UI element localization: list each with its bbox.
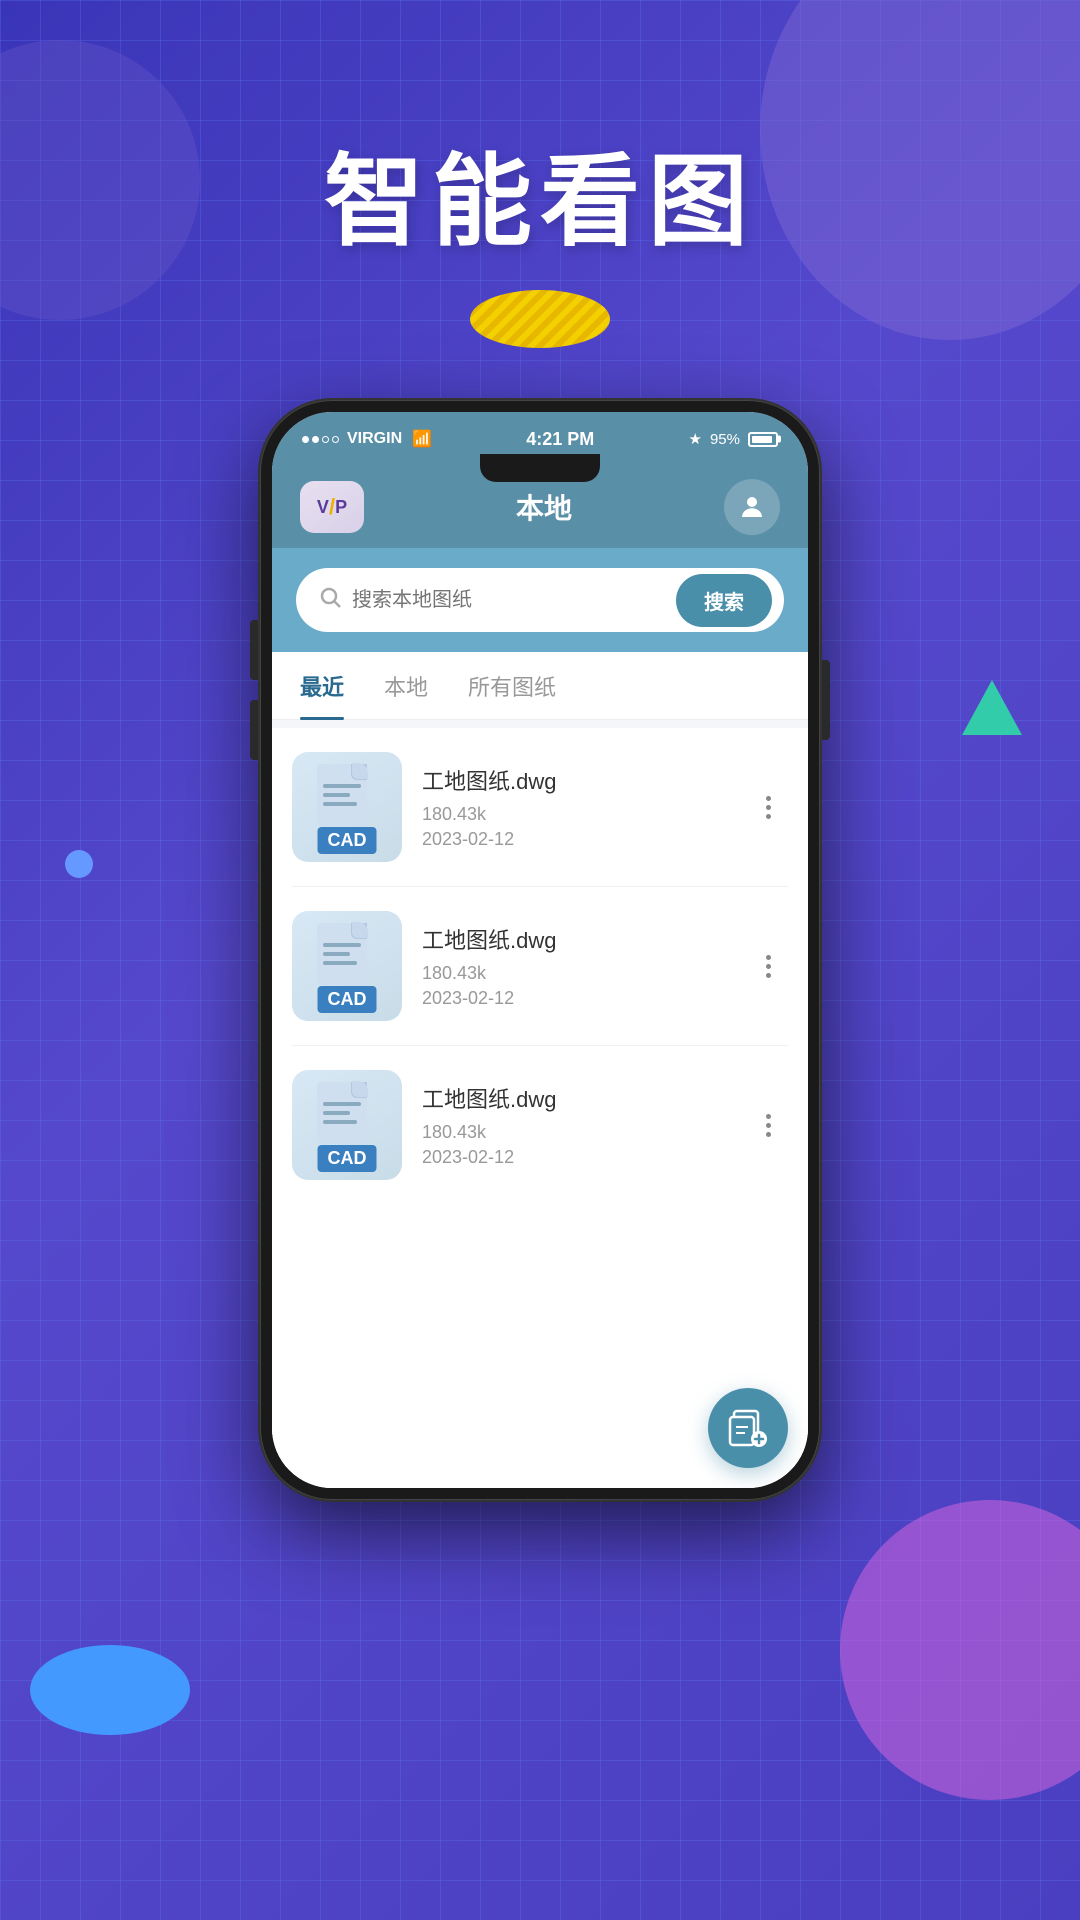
tab-recent[interactable]: 最近 bbox=[300, 652, 344, 720]
fab-area bbox=[272, 1368, 808, 1488]
battery-indicator bbox=[748, 432, 778, 447]
header-title: 本地 bbox=[516, 487, 572, 527]
file-date: 2023-02-12 bbox=[422, 829, 728, 850]
status-left: VIRGIN 📶 bbox=[302, 429, 432, 449]
cad-badge: CAD bbox=[318, 827, 377, 854]
doc-line bbox=[323, 793, 350, 797]
file-thumbnail: CAD bbox=[292, 911, 402, 1021]
file-name: 工地图纸.dwg bbox=[422, 1082, 728, 1114]
file-date: 2023-02-12 bbox=[422, 988, 728, 1009]
file-thumbnail: CAD bbox=[292, 1070, 402, 1180]
file-info: 工地图纸.dwg 180.43k 2023-02-12 bbox=[422, 923, 728, 1009]
file-doc-icon bbox=[317, 1082, 377, 1152]
bg-dot-left bbox=[65, 850, 93, 878]
search-bar: 搜索 bbox=[296, 568, 784, 632]
title-section: 智能看图 bbox=[0, 120, 1080, 348]
signal-dot-1 bbox=[302, 436, 309, 443]
file-date: 2023-02-12 bbox=[422, 1147, 728, 1168]
carrier-name: VIRGIN bbox=[347, 430, 402, 448]
file-info: 工地图纸.dwg 180.43k 2023-02-12 bbox=[422, 764, 728, 850]
search-section: 搜索 bbox=[272, 548, 808, 652]
signal-dots bbox=[302, 436, 339, 443]
file-name: 工地图纸.dwg bbox=[422, 923, 728, 955]
file-size: 180.43k bbox=[422, 963, 728, 984]
vip-badge[interactable]: V / P bbox=[300, 481, 364, 533]
file-info: 工地图纸.dwg 180.43k 2023-02-12 bbox=[422, 1082, 728, 1168]
file-item[interactable]: CAD 工地图纸.dwg 180.43k 2023-02-12 bbox=[292, 887, 788, 1046]
more-icon bbox=[766, 796, 771, 819]
battery-icon bbox=[748, 432, 778, 447]
volume-down-button bbox=[250, 700, 258, 760]
doc-line bbox=[323, 1102, 361, 1106]
cad-badge: CAD bbox=[318, 986, 377, 1013]
file-size: 180.43k bbox=[422, 1122, 728, 1143]
signal-dot-3 bbox=[322, 436, 329, 443]
wifi-icon: 📶 bbox=[412, 429, 432, 449]
phone-screen: VIRGIN 📶 4:21 PM ★ 95% bbox=[272, 412, 808, 1488]
golden-oval-decoration bbox=[470, 290, 610, 348]
file-menu-button[interactable] bbox=[748, 946, 788, 986]
search-button[interactable]: 搜索 bbox=[676, 574, 772, 627]
doc-line bbox=[323, 943, 361, 947]
cad-badge: CAD bbox=[318, 1145, 377, 1172]
file-doc-icon bbox=[317, 764, 377, 834]
status-time: 4:21 PM bbox=[526, 429, 594, 450]
doc-line bbox=[323, 784, 361, 788]
bg-triangle bbox=[962, 680, 1022, 735]
signal-dot-4 bbox=[332, 436, 339, 443]
file-item[interactable]: CAD 工地图纸.dwg 180.43k 2023-02-12 bbox=[292, 1046, 788, 1204]
tab-all[interactable]: 所有图纸 bbox=[468, 652, 556, 720]
main-title: 智能看图 bbox=[324, 120, 756, 265]
file-item[interactable]: CAD 工地图纸.dwg 180.43k 2023-02-12 bbox=[292, 728, 788, 887]
more-icon bbox=[766, 955, 771, 978]
search-icon bbox=[308, 585, 352, 616]
doc-line bbox=[323, 1120, 357, 1124]
bg-blob-bottom-left bbox=[30, 1645, 190, 1735]
phone-mockup: VIRGIN 📶 4:21 PM ★ 95% bbox=[260, 400, 820, 1500]
doc-line bbox=[323, 952, 350, 956]
file-doc-icon bbox=[317, 923, 377, 993]
doc-line bbox=[323, 802, 357, 806]
doc-line bbox=[323, 1111, 350, 1115]
file-name: 工地图纸.dwg bbox=[422, 764, 728, 796]
phone-outer: VIRGIN 📶 4:21 PM ★ 95% bbox=[260, 400, 820, 1500]
tab-bar: 最近 本地 所有图纸 bbox=[272, 652, 808, 720]
tab-local[interactable]: 本地 bbox=[384, 652, 428, 720]
battery-fill bbox=[752, 436, 772, 443]
add-file-icon bbox=[727, 1407, 769, 1449]
content-area: CAD 工地图纸.dwg 180.43k 2023-02-12 bbox=[272, 720, 808, 1488]
file-thumbnail: CAD bbox=[292, 752, 402, 862]
status-right: ★ 95% bbox=[689, 430, 778, 448]
notch bbox=[480, 454, 600, 482]
power-button bbox=[822, 660, 830, 740]
file-list: CAD 工地图纸.dwg 180.43k 2023-02-12 bbox=[272, 728, 808, 1368]
file-menu-button[interactable] bbox=[748, 1105, 788, 1145]
doc-line bbox=[323, 961, 357, 965]
signal-dot-2 bbox=[312, 436, 319, 443]
bluetooth-icon: ★ bbox=[689, 430, 702, 448]
user-profile-button[interactable] bbox=[724, 479, 780, 535]
vip-text: V bbox=[317, 497, 329, 518]
file-size: 180.43k bbox=[422, 804, 728, 825]
battery-percent: 95% bbox=[710, 431, 740, 448]
add-file-button[interactable] bbox=[708, 1388, 788, 1468]
volume-up-button bbox=[250, 620, 258, 680]
vip-text2: P bbox=[335, 497, 347, 518]
more-icon bbox=[766, 1114, 771, 1137]
search-input[interactable] bbox=[352, 589, 676, 612]
file-menu-button[interactable] bbox=[748, 787, 788, 827]
